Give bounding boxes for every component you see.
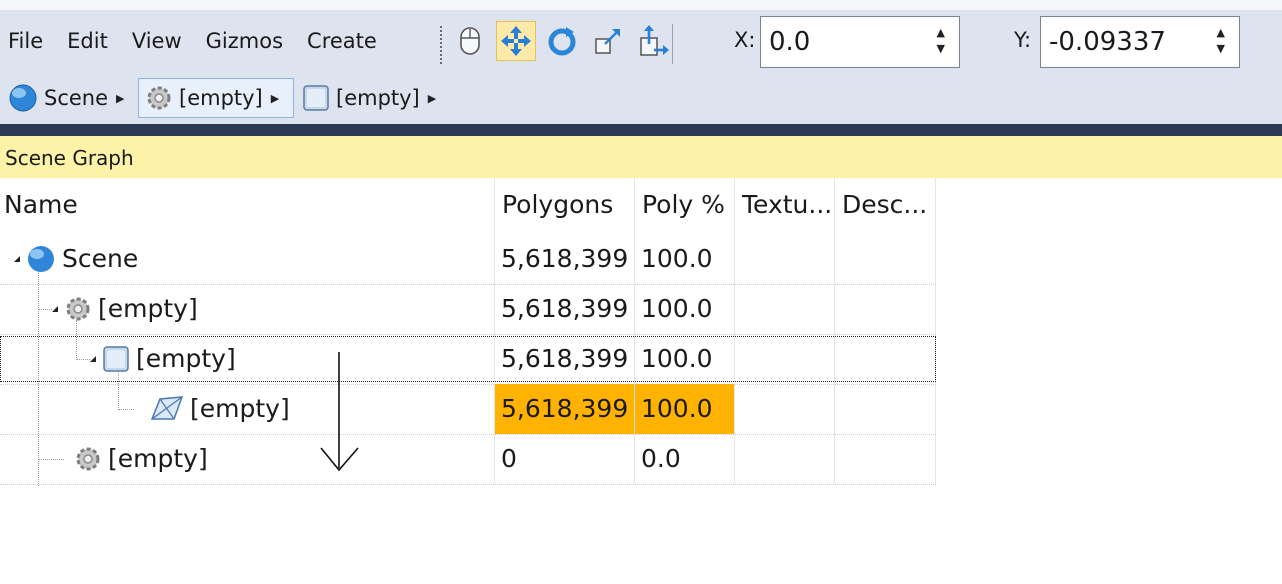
move-arrows-icon: [501, 26, 531, 56]
mesh-icon: [150, 396, 184, 420]
x-spinbox[interactable]: 0.0 ▲ ▼: [760, 16, 960, 68]
column-header-textures[interactable]: Textu...: [742, 178, 832, 234]
row-name: Scene: [62, 244, 139, 273]
row-divider: [0, 484, 936, 485]
rotate-icon: [548, 27, 576, 56]
table-row[interactable]: [empty] 5,618,399 100.0: [0, 384, 936, 434]
gear-icon: [76, 447, 100, 471]
scale-tool-button[interactable]: [588, 21, 628, 61]
table-row[interactable]: Scene 5,618,399 100.0: [0, 234, 936, 284]
mouse-icon: [460, 27, 480, 55]
row-polygons: 5,618,399: [501, 294, 629, 323]
panel-title: Scene Graph: [5, 146, 134, 170]
gear-icon: [66, 297, 90, 321]
breadcrumb-label: [empty]: [336, 86, 420, 110]
expand-triangle-icon[interactable]: [52, 306, 58, 312]
gizmo-tools: [450, 10, 674, 72]
spin-down-icon[interactable]: ▼: [937, 41, 945, 57]
globe-icon: [9, 84, 37, 112]
row-poly-pct-highlighted: 100.0: [635, 384, 734, 434]
spin-up-icon[interactable]: ▲: [1217, 25, 1225, 41]
breadcrumb-item-empty-box[interactable]: [empty] ▶: [302, 78, 436, 118]
spin-down-icon[interactable]: ▼: [1217, 41, 1225, 57]
toolbar-grip[interactable]: [440, 26, 442, 64]
column-header-name[interactable]: Name: [4, 178, 492, 234]
y-value[interactable]: -0.09337: [1049, 27, 1166, 57]
row-polygons: 0: [501, 444, 517, 473]
x-label: X:: [734, 28, 756, 52]
drag-down-arrow-icon: [320, 352, 359, 472]
select-tool-button[interactable]: [450, 21, 490, 61]
menu-gizmos[interactable]: Gizmos: [198, 29, 299, 53]
toolbar-separator: [672, 24, 673, 64]
menu-view[interactable]: View: [124, 29, 198, 53]
chevron-right-icon[interactable]: ▶: [116, 92, 124, 105]
column-header-polygons[interactable]: Polygons: [502, 178, 632, 234]
row-name: [empty]: [108, 444, 208, 473]
menu-bar: File Edit View Gizmos Create: [0, 10, 432, 72]
scene-graph-table: Name Polygons Poly % Textu... Desc... Sc…: [0, 178, 1282, 584]
x-spin-arrows[interactable]: ▲ ▼: [937, 25, 945, 57]
table-row[interactable]: [empty] 0 0.0: [0, 434, 936, 484]
row-name: [empty]: [190, 394, 290, 423]
y-spinbox[interactable]: -0.09337 ▲ ▼: [1040, 16, 1240, 68]
row-name: [empty]: [98, 294, 198, 323]
row-poly-pct: 100.0: [641, 294, 713, 323]
breadcrumb-item-scene[interactable]: Scene ▶: [8, 78, 125, 118]
export-icon: [640, 25, 669, 56]
export-tool-button[interactable]: [634, 21, 674, 61]
x-value[interactable]: 0.0: [769, 27, 810, 57]
column-header-description[interactable]: Desc...: [842, 178, 932, 234]
table-row[interactable]: [empty] 5,618,399 100.0: [0, 284, 936, 334]
menu-file[interactable]: File: [0, 29, 59, 53]
breadcrumb-label: [empty]: [179, 86, 263, 110]
box-icon: [303, 85, 329, 111]
scale-icon: [595, 29, 620, 54]
spin-up-icon[interactable]: ▲: [937, 25, 945, 41]
chevron-right-icon[interactable]: ▶: [428, 92, 436, 105]
scene-graph-title-bar: Scene Graph: [0, 136, 1282, 178]
chevron-right-icon[interactable]: ▶: [271, 92, 279, 105]
move-tool-button[interactable]: [496, 21, 536, 61]
y-label: Y:: [1014, 28, 1032, 52]
row-polygons: 5,618,399: [501, 244, 629, 273]
row-poly-pct: 0.0: [641, 444, 681, 473]
globe-icon: [28, 246, 54, 272]
main-toolbar: File Edit View Gizmos Create X: 0.0 ▲ ▼ …: [0, 10, 1282, 72]
column-header-poly-pct[interactable]: Poly %: [642, 178, 732, 234]
y-spin-arrows[interactable]: ▲ ▼: [1217, 25, 1225, 57]
breadcrumb-bar-filler: [454, 72, 1282, 124]
focus-rectangle: [0, 336, 936, 382]
row-polygons-highlighted: 5,618,399: [495, 384, 634, 434]
breadcrumb-label: Scene: [44, 86, 109, 110]
rotate-tool-button[interactable]: [542, 21, 582, 61]
breadcrumb: Scene ▶ [empty] ▶ [empty] ▶: [0, 72, 454, 124]
panel-divider: [0, 124, 1282, 136]
expand-triangle-icon[interactable]: [14, 256, 20, 262]
gear-icon: [147, 86, 171, 110]
menu-edit[interactable]: Edit: [59, 29, 124, 53]
row-poly-pct: 100.0: [641, 244, 713, 273]
menu-create[interactable]: Create: [299, 29, 393, 53]
breadcrumb-item-empty-gear[interactable]: [empty] ▶: [138, 78, 294, 118]
